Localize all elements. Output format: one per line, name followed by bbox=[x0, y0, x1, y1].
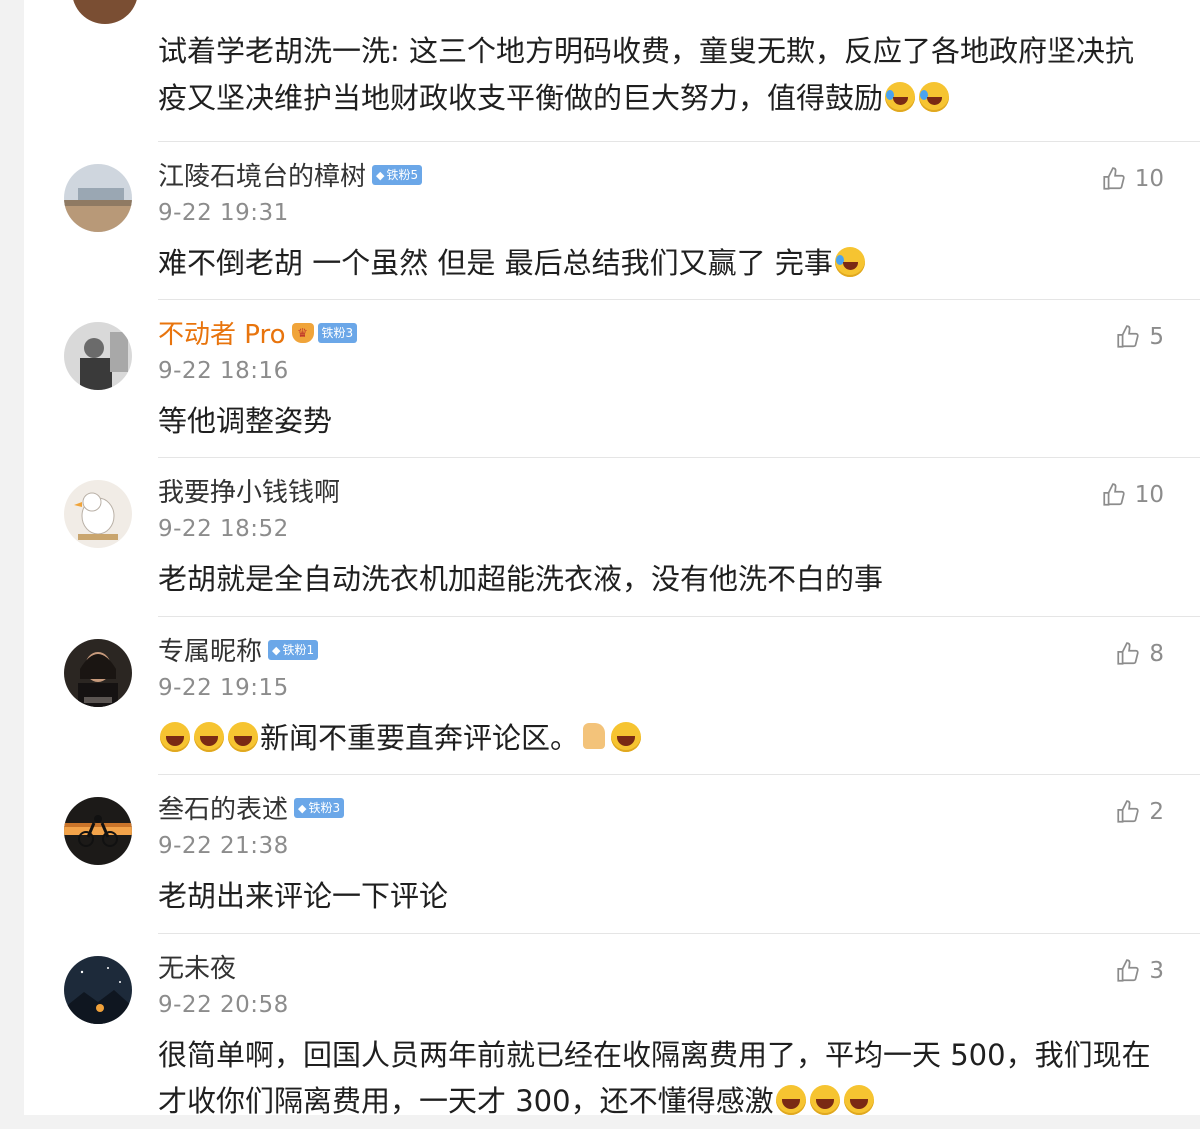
cry-laugh-emoji-icon bbox=[834, 247, 865, 277]
vip-crown-icon: ♛ bbox=[291, 322, 314, 343]
fan-badge: 铁粉3 bbox=[317, 322, 358, 343]
like-count: 5 bbox=[1149, 324, 1164, 350]
comment-time: 9-22 18:16 bbox=[158, 358, 289, 384]
username[interactable]: 叁石的表述 ◆ 铁粉3 bbox=[158, 793, 345, 827]
like-button[interactable]: 2 bbox=[1115, 799, 1164, 825]
fan-badge: ◆ 铁粉3 bbox=[294, 797, 345, 818]
fan-badge: ◆ 铁粉1 bbox=[268, 639, 319, 660]
comment-text: 新闻不重要直奔评论区。 bbox=[158, 715, 1164, 761]
like-count: 8 bbox=[1149, 641, 1164, 667]
like-button[interactable]: 10 bbox=[1101, 482, 1164, 508]
fan-badge: ◆ 铁粉5 bbox=[372, 164, 423, 185]
comment-item: 专属昵称 ◆ 铁粉1 9-22 19:15 8 新闻不重要直奔评论区。 bbox=[24, 617, 1200, 774]
avatar[interactable] bbox=[64, 164, 132, 232]
username[interactable]: 无未夜 bbox=[158, 952, 236, 986]
comment-time: 9-22 20:58 bbox=[158, 992, 289, 1018]
thumbs-up-icon bbox=[1117, 642, 1140, 665]
laughing-emoji-icon bbox=[775, 1085, 806, 1115]
diamond-icon: ◆ bbox=[376, 168, 385, 182]
laughing-emoji-icon bbox=[843, 1085, 874, 1115]
avatar[interactable] bbox=[72, 0, 138, 24]
like-button[interactable]: 10 bbox=[1101, 166, 1164, 192]
comment-item: 叁石的表述 ◆ 铁粉3 9-22 21:38 2 老胡出来评论一下评论 bbox=[24, 775, 1200, 933]
comment-text: 难不倒老胡 一个虽然 但是 最后总结我们又赢了 完事 bbox=[158, 240, 1164, 286]
comment-text: 很简单啊，回国人员两年前就已经在收隔离费用了，平均一天 500，我们现在才收你们… bbox=[158, 1038, 1151, 1115]
grinning-emoji-icon bbox=[228, 722, 258, 752]
diamond-icon: ◆ bbox=[298, 801, 307, 815]
username[interactable]: 不动者 Pro ♛ 铁粉3 bbox=[158, 318, 358, 352]
comment-time: 9-22 19:31 bbox=[158, 200, 289, 226]
cry-laugh-emoji-icon bbox=[885, 82, 916, 112]
grinning-emoji-icon bbox=[611, 722, 642, 752]
username[interactable]: 专属昵称 ◆ 铁粉1 bbox=[158, 635, 319, 669]
avatar[interactable] bbox=[64, 480, 132, 548]
username[interactable]: 江陵石境台的樟树 ◆ 铁粉5 bbox=[158, 160, 423, 194]
like-button[interactable]: 5 bbox=[1115, 324, 1164, 350]
comment-time: 9-22 18:52 bbox=[158, 516, 289, 542]
comment-item: 我要挣小钱钱啊 9-22 18:52 10 老胡就是全自动洗衣机加超能洗衣液，没… bbox=[24, 458, 1200, 616]
thumbs-up-icon bbox=[1117, 959, 1140, 982]
thumbs-up-icon bbox=[1117, 325, 1140, 348]
cry-laugh-emoji-icon bbox=[919, 82, 950, 112]
comment-item: 江陵石境台的樟树 ◆ 铁粉5 9-22 19:31 10 难不倒老胡 一个虽然 但是… bbox=[24, 142, 1200, 299]
thumbs-up-icon bbox=[1103, 167, 1125, 190]
comment-item: 无未夜 9-22 20:58 3 很简单啊，回国人员两年前就已经在收隔离费用了，… bbox=[24, 934, 1200, 1115]
avatar[interactable] bbox=[64, 322, 132, 390]
thumbs-up-icon bbox=[1103, 483, 1125, 506]
avatar[interactable] bbox=[64, 956, 132, 1024]
like-button[interactable]: 8 bbox=[1115, 641, 1164, 667]
like-count: 2 bbox=[1149, 799, 1164, 825]
top-comment-text: 试着学老胡洗一洗: 这三个地方明码收费，童叟无欺，反应了各地政府坚决抗疫又坚决维… bbox=[158, 34, 1134, 115]
laughing-emoji-icon bbox=[809, 1085, 840, 1115]
like-count: 10 bbox=[1134, 166, 1164, 192]
comment-time: 9-22 21:38 bbox=[158, 833, 289, 859]
avatar[interactable] bbox=[64, 639, 132, 707]
like-count: 3 bbox=[1149, 958, 1164, 984]
grinning-emoji-icon bbox=[194, 722, 224, 752]
avatar[interactable] bbox=[64, 797, 132, 865]
diamond-icon: ◆ bbox=[272, 643, 281, 657]
like-button[interactable]: 3 bbox=[1115, 958, 1164, 984]
grinning-emoji-icon bbox=[160, 722, 190, 752]
thumbs-up-emoji-icon bbox=[583, 723, 606, 749]
comment-text: 等他调整姿势 bbox=[158, 404, 333, 438]
like-count: 10 bbox=[1134, 482, 1164, 508]
username[interactable]: 我要挣小钱钱啊 bbox=[158, 476, 340, 510]
comment-text: 老胡就是全自动洗衣机加超能洗衣液，没有他洗不白的事 bbox=[158, 562, 884, 596]
comment-item: 不动者 Pro ♛ 铁粉3 9-22 18:16 5 等他调整姿势 bbox=[24, 300, 1200, 457]
comment-text: 老胡出来评论一下评论 bbox=[158, 879, 449, 913]
thumbs-up-icon bbox=[1117, 800, 1140, 823]
comment-time: 9-22 19:15 bbox=[158, 675, 289, 701]
comment-list: 试着学老胡洗一洗: 这三个地方明码收费，童叟无欺，反应了各地政府坚决抗疫又坚决维… bbox=[24, 0, 1200, 1115]
